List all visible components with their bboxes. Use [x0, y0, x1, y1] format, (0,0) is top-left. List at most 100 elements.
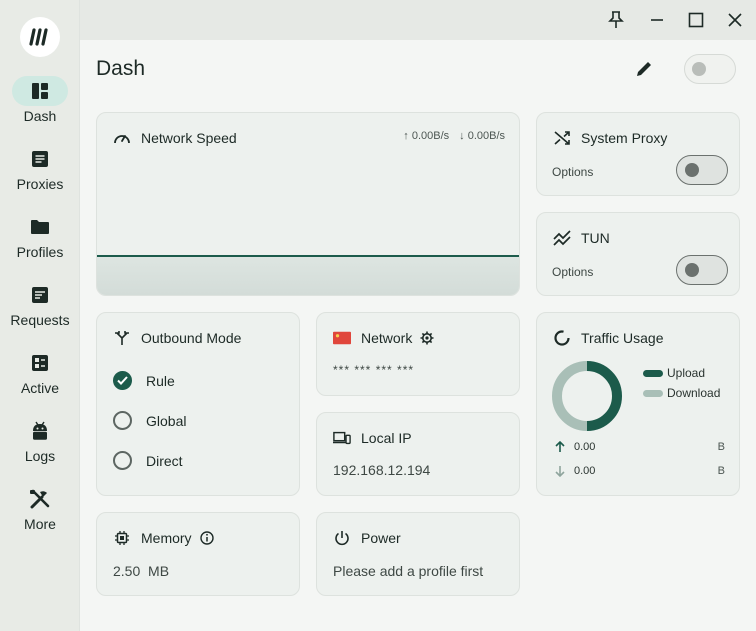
nav-label: Proxies [16, 176, 64, 192]
local-ip-card: Local IP 192.168.12.194 [316, 412, 520, 496]
network-value: *** *** *** *** [333, 363, 415, 377]
power-icon [333, 529, 351, 547]
power-card: Power Please add a profile first [316, 512, 520, 596]
memory-card: Memory 2.50 MB [96, 512, 300, 596]
shuffle-icon [553, 129, 571, 147]
card-title: Local IP [333, 429, 412, 447]
outbound-mode-title: Outbound Mode [141, 330, 242, 346]
radio-icon[interactable] [113, 451, 132, 470]
network-speed-card: Network Speed ↑ 0.00B/s ↓ 0.00B/s [96, 112, 520, 296]
legend-upload: Upload [643, 363, 720, 383]
mode-label: Rule [146, 372, 175, 389]
legend-swatch [643, 369, 663, 377]
sidebar: Dash Proxies Profiles Requests Active Lo… [0, 0, 80, 631]
fork-icon [113, 329, 131, 347]
arrow-down-icon [553, 465, 567, 477]
card-title: System Proxy [553, 129, 667, 147]
nav-item-profiles[interactable]: Profiles [0, 212, 80, 276]
card-title: Memory [113, 529, 214, 547]
info-icon[interactable] [199, 531, 214, 545]
nav-item-more[interactable]: More [0, 484, 80, 548]
gear-icon[interactable] [420, 331, 434, 345]
network-speed-title: Network Speed [141, 130, 237, 146]
mode-option-rule[interactable]: Rule [113, 371, 175, 390]
maximize-icon [688, 12, 704, 28]
mode-option-direct[interactable]: Direct [113, 451, 183, 470]
traffic-donut [552, 361, 622, 431]
download-arc [552, 361, 588, 431]
china-flag-icon [333, 329, 351, 347]
upload-value: 0.00 [574, 441, 596, 453]
traffic-download-row: 0.00 B [553, 465, 725, 477]
chip-icon [113, 529, 131, 547]
traffic-upload-row: 0.00 B [553, 441, 725, 453]
tools-icon [12, 484, 68, 514]
proxies-icon [12, 144, 68, 174]
download-value: 0.00 [574, 465, 596, 477]
local-ip-title: Local IP [361, 430, 412, 446]
pin-icon [608, 11, 624, 28]
speed-readout: ↑ 0.00B/s ↓ 0.00B/s [403, 130, 505, 142]
network-title: Network [361, 330, 413, 346]
toggle-knob [685, 263, 699, 277]
close-button[interactable] [720, 5, 750, 35]
system-proxy-toggle[interactable] [676, 155, 728, 185]
nav-item-requests[interactable]: Requests [0, 280, 80, 344]
tun-toggle[interactable] [676, 255, 728, 285]
traffic-usage-title: Traffic Usage [581, 330, 664, 346]
system-proxy-options[interactable]: Options [552, 165, 593, 179]
local-ip-value: 192.168.12.194 [333, 462, 431, 478]
trending-icon [553, 229, 571, 247]
requests-icon [12, 280, 68, 310]
donut-chart-icon [553, 329, 571, 347]
upload-arc [586, 361, 622, 431]
mode-label: Global [146, 412, 187, 429]
legend-label: Upload [667, 366, 706, 380]
title-bar [80, 0, 756, 40]
radio-checked-icon[interactable] [113, 371, 132, 390]
app-logo [20, 17, 60, 57]
nav-item-dash[interactable]: Dash [0, 76, 80, 140]
tun-options[interactable]: Options [552, 265, 593, 279]
pin-button[interactable] [601, 5, 631, 35]
tun-title: TUN [581, 230, 610, 246]
card-title: Network Speed [113, 129, 237, 147]
legend-download: Download [643, 383, 720, 403]
toggle-knob [685, 163, 699, 177]
card-title: Traffic Usage [553, 329, 663, 347]
nav-label: Requests [10, 312, 70, 328]
android-icon [12, 416, 68, 446]
dashboard-icon [12, 76, 68, 106]
nav-label: Active [20, 380, 60, 396]
logo-icon [29, 28, 48, 46]
nav-label: Profiles [16, 244, 64, 260]
network-card: Network *** *** *** *** [316, 312, 520, 396]
nav-item-logs[interactable]: Logs [0, 416, 80, 480]
speed-chart [97, 255, 519, 295]
maximize-button[interactable] [681, 5, 711, 35]
active-icon [12, 348, 68, 378]
devices-icon [333, 429, 351, 447]
mode-option-global[interactable]: Global [113, 411, 186, 430]
download-unit: B [717, 465, 725, 477]
minimize-icon [651, 19, 663, 21]
pencil-icon [637, 62, 651, 76]
header-toggle[interactable] [684, 54, 736, 84]
nav-item-active[interactable]: Active [0, 348, 80, 412]
folder-icon [12, 212, 68, 242]
nav-label: More [24, 516, 56, 532]
upload-unit: B [717, 441, 725, 453]
traffic-usage-card: Traffic Usage Upload Download 0.00 B 0.0… [536, 312, 740, 496]
power-value: Please add a profile first [333, 563, 484, 579]
radio-icon[interactable] [113, 411, 132, 430]
nav-item-proxies[interactable]: Proxies [0, 144, 80, 208]
memory-value: 2.50 MB [113, 563, 170, 579]
page-title: Dash [96, 57, 146, 80]
legend-swatch [643, 389, 663, 397]
edit-button[interactable] [630, 55, 658, 83]
tun-card: TUN Options [536, 212, 740, 296]
minimize-button[interactable] [642, 5, 672, 35]
toggle-knob [692, 62, 706, 76]
arrow-up-icon [553, 441, 567, 453]
system-proxy-title: System Proxy [581, 130, 668, 146]
